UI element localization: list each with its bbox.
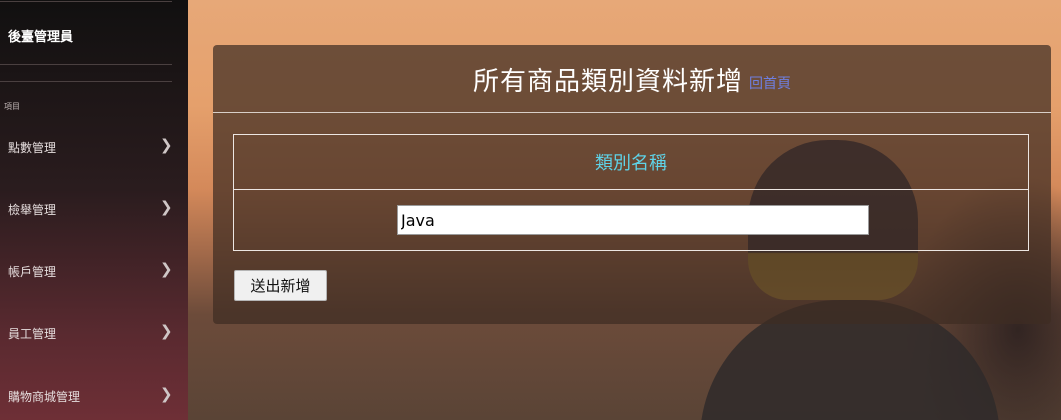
chevron-right-icon: ❯ xyxy=(160,260,173,278)
page-title: 所有商品類別資料新增 xyxy=(472,67,743,97)
sidebar-item-reports[interactable]: 檢舉管理 ❯ xyxy=(0,194,188,224)
sidebar-divider xyxy=(0,1,172,2)
chevron-right-icon: ❯ xyxy=(160,322,173,340)
sidebar-item-shop[interactable]: 購物商城管理 ❯ xyxy=(0,381,188,411)
sidebar-item-points[interactable]: 點數管理 ❯ xyxy=(0,132,188,162)
field-header-category-name: 類別名稱 xyxy=(233,134,1029,190)
category-add-panel: 所有商品類別資料新增回首頁 類別名稱 送出新增 xyxy=(213,45,1051,324)
sidebar: 後臺管理員 項目 點數管理 ❯ 檢舉管理 ❯ 帳戶管理 ❯ 員工管理 ❯ 購物商… xyxy=(0,0,188,420)
sidebar-divider xyxy=(0,64,172,65)
category-name-input[interactable] xyxy=(397,205,869,235)
sidebar-divider xyxy=(0,81,172,82)
chevron-right-icon: ❯ xyxy=(160,136,173,154)
sidebar-item-label: 帳戶管理 xyxy=(8,265,57,279)
chevron-right-icon: ❯ xyxy=(160,385,173,403)
submit-add-button[interactable]: 送出新增 xyxy=(234,270,327,301)
category-form-table: 類別名稱 xyxy=(233,134,1029,251)
sidebar-item-label: 點數管理 xyxy=(8,141,57,155)
sidebar-section-label: 項目 xyxy=(4,102,20,111)
sidebar-item-label: 檢舉管理 xyxy=(8,203,57,217)
chevron-right-icon: ❯ xyxy=(160,198,173,216)
home-link[interactable]: 回首頁 xyxy=(749,73,791,93)
admin-username: 後臺管理員 xyxy=(8,30,74,45)
sidebar-item-employees[interactable]: 員工管理 ❯ xyxy=(0,318,188,348)
sidebar-item-label: 購物商城管理 xyxy=(8,390,81,404)
field-input-cell xyxy=(233,189,1029,251)
panel-header: 所有商品類別資料新增 回首頁 xyxy=(213,45,1051,113)
sidebar-item-label: 員工管理 xyxy=(8,327,57,341)
sidebar-item-accounts[interactable]: 帳戶管理 ❯ xyxy=(0,256,188,286)
